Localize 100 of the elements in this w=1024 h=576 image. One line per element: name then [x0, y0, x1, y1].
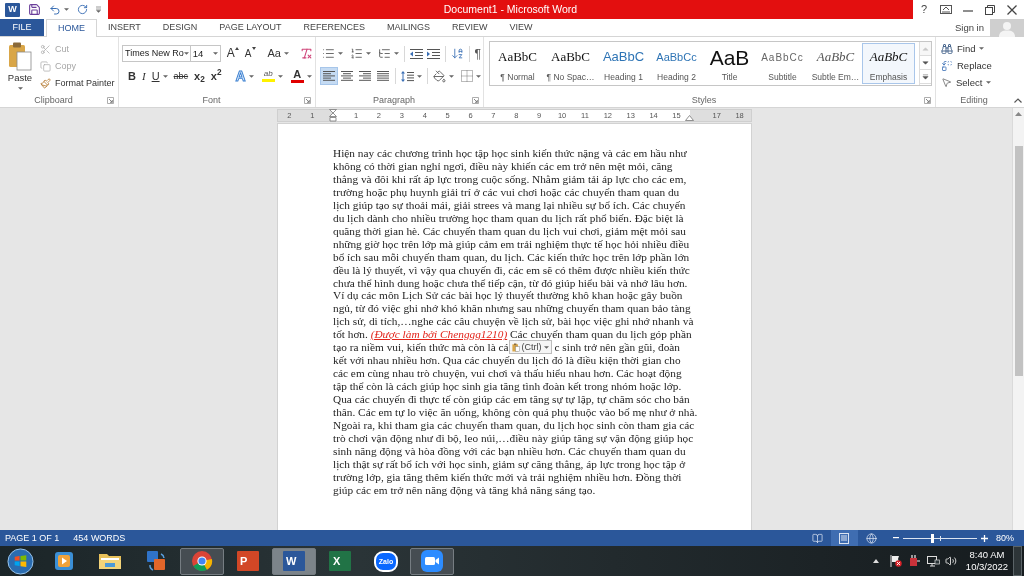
speaker-icon[interactable]	[945, 555, 957, 567]
letter-tile-logo: P	[237, 551, 259, 571]
view-button[interactable]	[831, 530, 858, 546]
ribbon-tab[interactable]: FILE	[0, 19, 44, 36]
style-item[interactable]: AaB Title	[703, 43, 756, 84]
font-color-button[interactable]: A	[287, 67, 315, 85]
decrease-indent-icon	[409, 48, 423, 59]
paste-button[interactable]: Paste	[4, 41, 36, 93]
close-icon[interactable]	[1007, 4, 1017, 15]
start-orb-icon[interactable]	[7, 547, 34, 575]
restore-icon[interactable]	[985, 4, 995, 15]
shrink-font-button[interactable]: A	[241, 45, 259, 62]
group-label: Editing	[960, 95, 988, 105]
caret-icon	[248, 74, 254, 78]
help-button[interactable]: ?	[913, 4, 935, 15]
show-hidden-icons-icon[interactable]	[873, 559, 879, 563]
taskbar-button[interactable]	[410, 547, 454, 575]
justify-align-icon	[377, 71, 389, 81]
style-item[interactable]: AaBbC ¶ No Spac…	[544, 43, 597, 84]
video-camera-icon	[421, 550, 443, 572]
font-name-field[interactable]: Times New Ro	[122, 45, 191, 62]
style-item[interactable]: AaBbC Heading 1	[597, 43, 650, 84]
tree-list-icon	[378, 47, 391, 60]
caret-icon	[64, 8, 69, 11]
letter-tile-logo: W	[283, 551, 305, 571]
customize-menu-icon[interactable]	[96, 6, 101, 13]
scrollbar-thumb[interactable]	[1014, 146, 1023, 376]
collapse-ribbon-icon[interactable]	[1014, 98, 1022, 103]
highlight-button[interactable]: ab	[258, 67, 286, 85]
font-size-field[interactable]: 14	[190, 45, 221, 62]
caret-icon	[986, 81, 992, 84]
eraser-icon	[300, 47, 313, 60]
find-button[interactable]: Find	[940, 40, 986, 57]
italic-button[interactable]: I	[138, 67, 149, 85]
group-label: Clipboard	[34, 95, 73, 105]
word-count[interactable]: 454 WORDS	[73, 533, 126, 543]
format-painter-button[interactable]: Format Painter	[38, 75, 117, 92]
style-item[interactable]: AaBbCc Subtitle	[756, 43, 809, 84]
left-align-icon	[323, 71, 335, 81]
show-formatting-marks-button[interactable]: ¶	[472, 45, 483, 62]
redo-icon[interactable]	[77, 4, 88, 15]
taskbar-button[interactable]: W	[272, 547, 316, 575]
style-item[interactable]: AaBbC Emphasis	[862, 43, 915, 84]
ribbon-tab[interactable]: VIEW	[498, 19, 544, 36]
group-label: Font	[202, 95, 221, 105]
folder-icon	[98, 551, 122, 571]
plug-icon[interactable]	[908, 555, 920, 567]
style-item[interactable]: AaBbC ¶ Normal	[491, 43, 544, 84]
taskbar-button[interactable]: P	[226, 547, 270, 575]
bold-button[interactable]: B	[125, 67, 139, 85]
caret-down-icon	[251, 47, 256, 50]
undo-icon[interactable]	[49, 3, 61, 16]
change-case-button[interactable]: Aa	[264, 45, 292, 62]
flag-icon[interactable]	[890, 555, 902, 567]
save-icon[interactable]	[28, 3, 41, 16]
taskbar-button[interactable]	[180, 547, 224, 575]
subscript-button[interactable]: x$_{2}$	[191, 67, 208, 85]
dialog-launcher-icon[interactable]	[924, 96, 931, 104]
dialog-launcher-icon[interactable]	[107, 96, 114, 104]
zoom-in-icon[interactable]	[981, 534, 988, 542]
paint-bucket-icon	[433, 69, 446, 83]
shading-button[interactable]	[431, 67, 456, 85]
zoom-slider[interactable]	[903, 533, 977, 543]
style-item[interactable]: AaBbC Subtle Em…	[809, 43, 862, 84]
superscript-button[interactable]: x$^{2}$	[207, 67, 225, 85]
ribbon-tab[interactable]: HOME	[46, 19, 97, 37]
monitor-icon[interactable]	[927, 555, 940, 567]
numbered-list-icon	[350, 47, 363, 60]
paragraph-text: c sinh trở nên gần gũi, đoàn	[554, 341, 681, 355]
replace-button[interactable]: Replace	[940, 57, 993, 74]
zoom-level[interactable]: 80%	[996, 533, 1014, 543]
select-button[interactable]: Select	[940, 74, 993, 91]
page-count[interactable]: PAGE 1 OF 1	[5, 533, 60, 543]
ribbon-display-options-icon[interactable]	[940, 5, 952, 14]
ribbon-tab[interactable]: INSERT	[97, 19, 152, 36]
gallery-arrow-icon	[922, 73, 929, 80]
paragraph-text: tạo ra niềm vui, kiến thức mà còn là cá	[333, 341, 509, 355]
style-item[interactable]: AaBbCc Heading 2	[650, 43, 703, 84]
right-indent-marker-icon[interactable]	[684, 115, 694, 121]
dialog-launcher-icon[interactable]	[304, 96, 311, 104]
align-button[interactable]	[320, 67, 338, 85]
taskbar-button[interactable]: X	[318, 547, 362, 575]
strikethrough-button[interactable]: abc	[170, 67, 192, 85]
paste-options-button[interactable]: (Ctrl)	[508, 340, 552, 355]
tiles-icon	[145, 550, 167, 572]
grow-font-button[interactable]: A	[223, 45, 242, 62]
scroll-up-icon[interactable]	[1015, 112, 1022, 116]
left-indent-marker-icon[interactable]	[329, 109, 338, 122]
ribbon-tab[interactable]: REVIEW	[441, 19, 499, 36]
ribbon-tab[interactable]: REFERENCES	[292, 19, 377, 36]
dialog-launcher-icon[interactable]	[472, 96, 479, 104]
sign-in-link[interactable]: Sign in	[954, 22, 984, 33]
zoom-slider-thumb[interactable]	[930, 533, 934, 543]
ribbon-tab[interactable]: PAGE LAYOUT	[208, 19, 293, 36]
ribbon-tab[interactable]: DESIGN	[151, 19, 209, 36]
underline-button[interactable]: U	[148, 67, 171, 85]
caret-icon	[183, 52, 189, 55]
clock-button[interactable]: 8:40 AM 10/3/2022	[965, 549, 1009, 573]
ribbon-tab[interactable]: MAILINGS	[376, 19, 442, 36]
group-label: Styles	[691, 95, 717, 105]
